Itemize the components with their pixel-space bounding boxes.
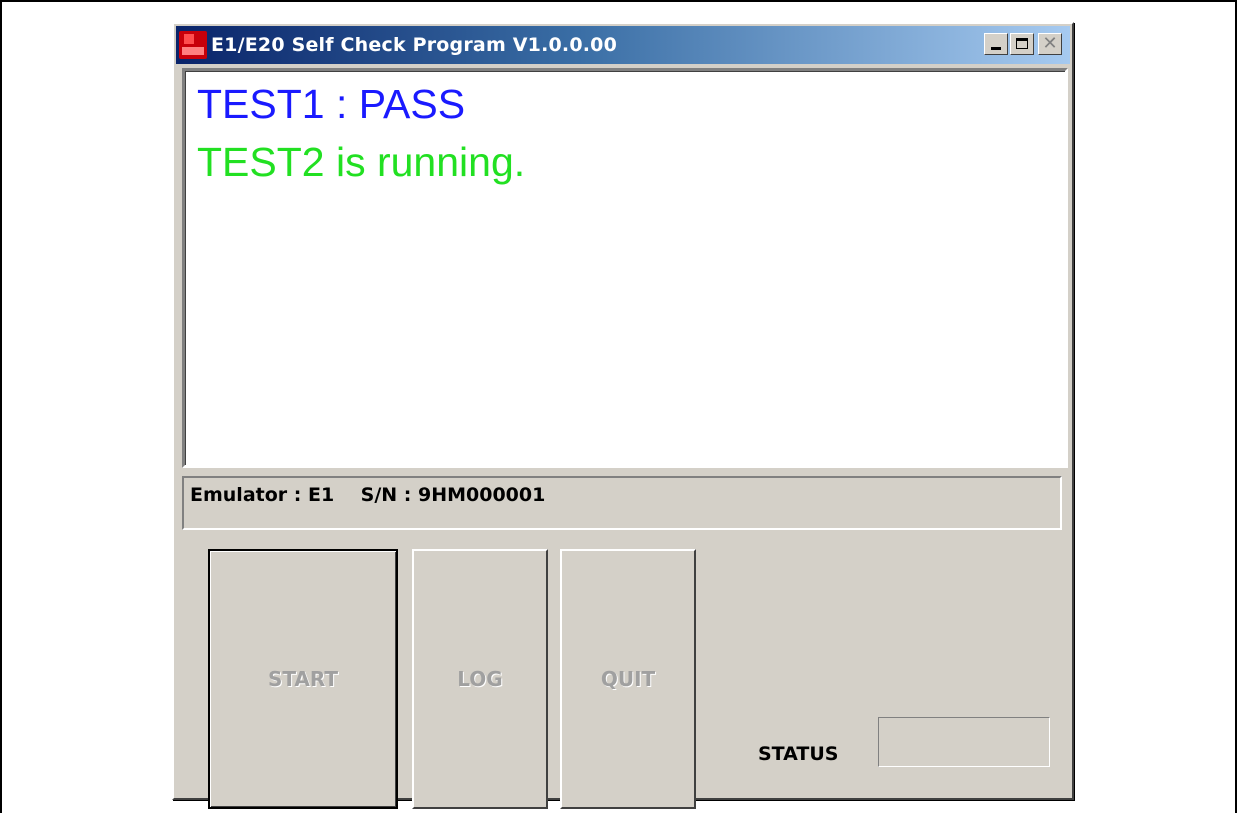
app-icon[interactable] xyxy=(179,31,207,59)
emulator-info-bar: Emulator : E1 S/N : 9HM000001 xyxy=(182,476,1062,530)
log-line-test1: TEST1 : PASS xyxy=(197,81,466,127)
window-controls: ✕ xyxy=(984,33,1062,55)
window-title: E1/E20 Self Check Program V1.0.0.00 xyxy=(211,34,618,56)
quit-button[interactable]: QUIT xyxy=(560,549,696,809)
minimize-icon xyxy=(991,47,1001,50)
close-button[interactable]: ✕ xyxy=(1038,33,1062,55)
test-log-area[interactable]: TEST1 : PASS TEST2 is running. xyxy=(182,68,1068,468)
status-indicator xyxy=(878,717,1050,767)
status-label: STATUS xyxy=(758,743,839,765)
self-check-window: E1/E20 Self Check Program V1.0.0.00 ✕ TE… xyxy=(172,22,1074,809)
document-frame-right xyxy=(1235,0,1237,813)
minimize-button[interactable] xyxy=(984,33,1008,55)
emulator-info-text: Emulator : E1 S/N : 9HM000001 xyxy=(190,484,546,506)
start-button[interactable]: START xyxy=(208,549,398,809)
maximize-button[interactable] xyxy=(1010,33,1034,55)
title-bar[interactable]: E1/E20 Self Check Program V1.0.0.00 ✕ xyxy=(176,26,1070,64)
document-frame-left xyxy=(0,0,2,813)
close-icon: ✕ xyxy=(1042,33,1058,54)
document-frame-top xyxy=(0,0,1237,2)
log-line-test2: TEST2 is running. xyxy=(197,139,526,185)
log-button[interactable]: LOG xyxy=(412,549,548,809)
maximize-icon xyxy=(1016,38,1028,49)
